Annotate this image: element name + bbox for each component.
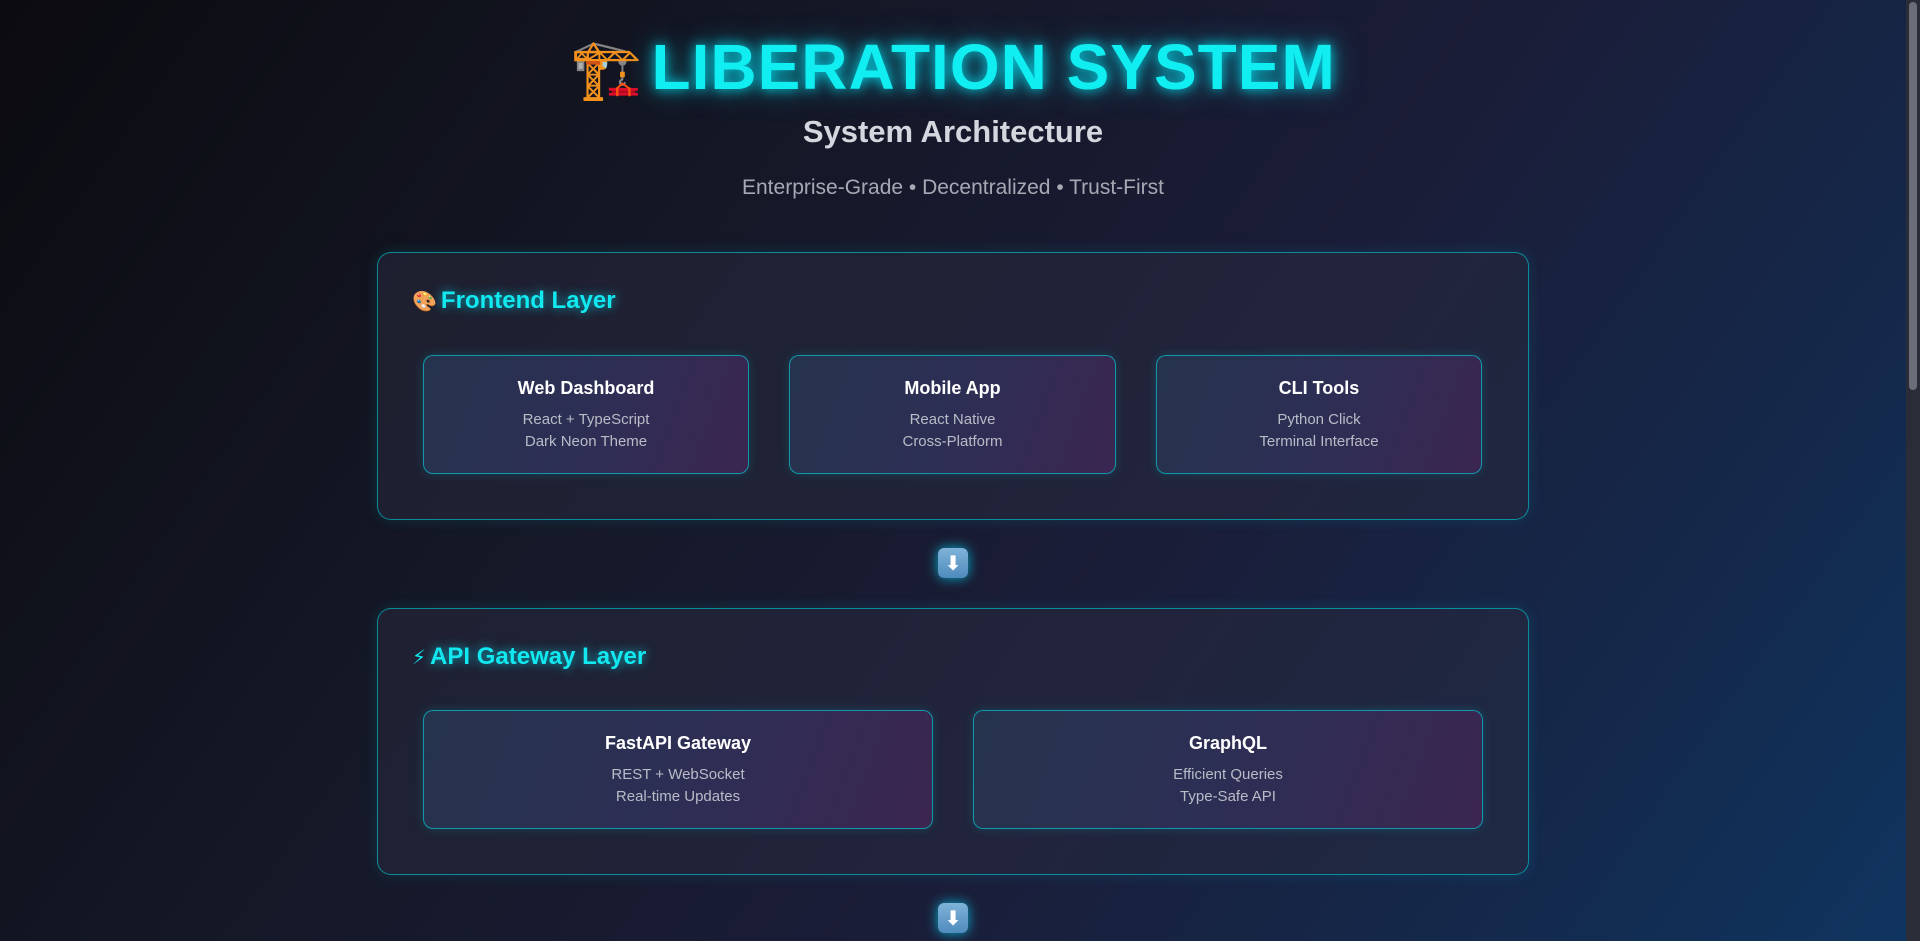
card-graphql[interactable]: GraphQL Efficient Queries Type-Safe API [973, 710, 1483, 829]
card-title: Web Dashboard [517, 378, 655, 398]
card-line: Terminal Interface [1259, 433, 1379, 450]
layer-title-text: Frontend Layer [440, 287, 616, 314]
card-mobile-app[interactable]: Mobile App React Native Cross-Platform [789, 355, 1116, 474]
card-line: Python Click [1277, 411, 1361, 428]
card-fastapi-gateway[interactable]: FastAPI Gateway REST + WebSocket Real-ti… [423, 710, 933, 829]
api-gateway-layer-title: ⚡ API Gateway Layer [412, 643, 646, 671]
palette-icon: 🎨 [412, 291, 437, 313]
card-title: CLI Tools [1278, 378, 1360, 398]
page-tagline: Enterprise-Grade • Decentralized • Trust… [742, 176, 1164, 199]
card-line: React + TypeScript [522, 411, 650, 428]
lightning-icon: ⚡ [412, 647, 427, 669]
scrollbar-thumb[interactable] [1909, 2, 1917, 390]
down-arrow-icon: ⬇ [938, 903, 968, 933]
card-line: Real-time Updates [615, 788, 741, 805]
layer-title-text: API Gateway Layer [430, 643, 647, 670]
page-title-text: LIBERATION SYSTEM [651, 31, 1336, 103]
card-title: Mobile App [904, 378, 1001, 398]
down-arrow-icon: ⬇ [938, 548, 968, 578]
architecture-page: 🏗️ LIBERATION SYSTEM System Architecture … [0, 0, 1906, 941]
card-title: GraphQL [1188, 733, 1267, 753]
card-title: FastAPI Gateway [604, 733, 752, 753]
card-line: Type-Safe API [1180, 788, 1276, 805]
crane-icon: 🏗️ [570, 37, 644, 102]
card-line: REST + WebSocket [611, 766, 745, 783]
frontend-layer: 🎨 Frontend Layer Web Dashboard React + Ty… [377, 252, 1529, 520]
card-line: Dark Neon Theme [524, 433, 648, 450]
frontend-layer-title: 🎨 Frontend Layer [412, 287, 616, 315]
card-line: React Native [909, 411, 996, 428]
card-web-dashboard[interactable]: Web Dashboard React + TypeScript Dark Ne… [423, 355, 749, 474]
api-gateway-layer: ⚡ API Gateway Layer FastAPI Gateway REST … [377, 608, 1529, 875]
card-line: Efficient Queries [1173, 766, 1283, 783]
card-cli-tools[interactable]: CLI Tools Python Click Terminal Interfac… [1156, 355, 1482, 474]
page-title: 🏗️ LIBERATION SYSTEM [0, 30, 1906, 104]
scrollbar[interactable] [1906, 0, 1920, 941]
card-line: Cross-Platform [902, 433, 1003, 450]
page-subtitle: System Architecture [802, 114, 1104, 149]
